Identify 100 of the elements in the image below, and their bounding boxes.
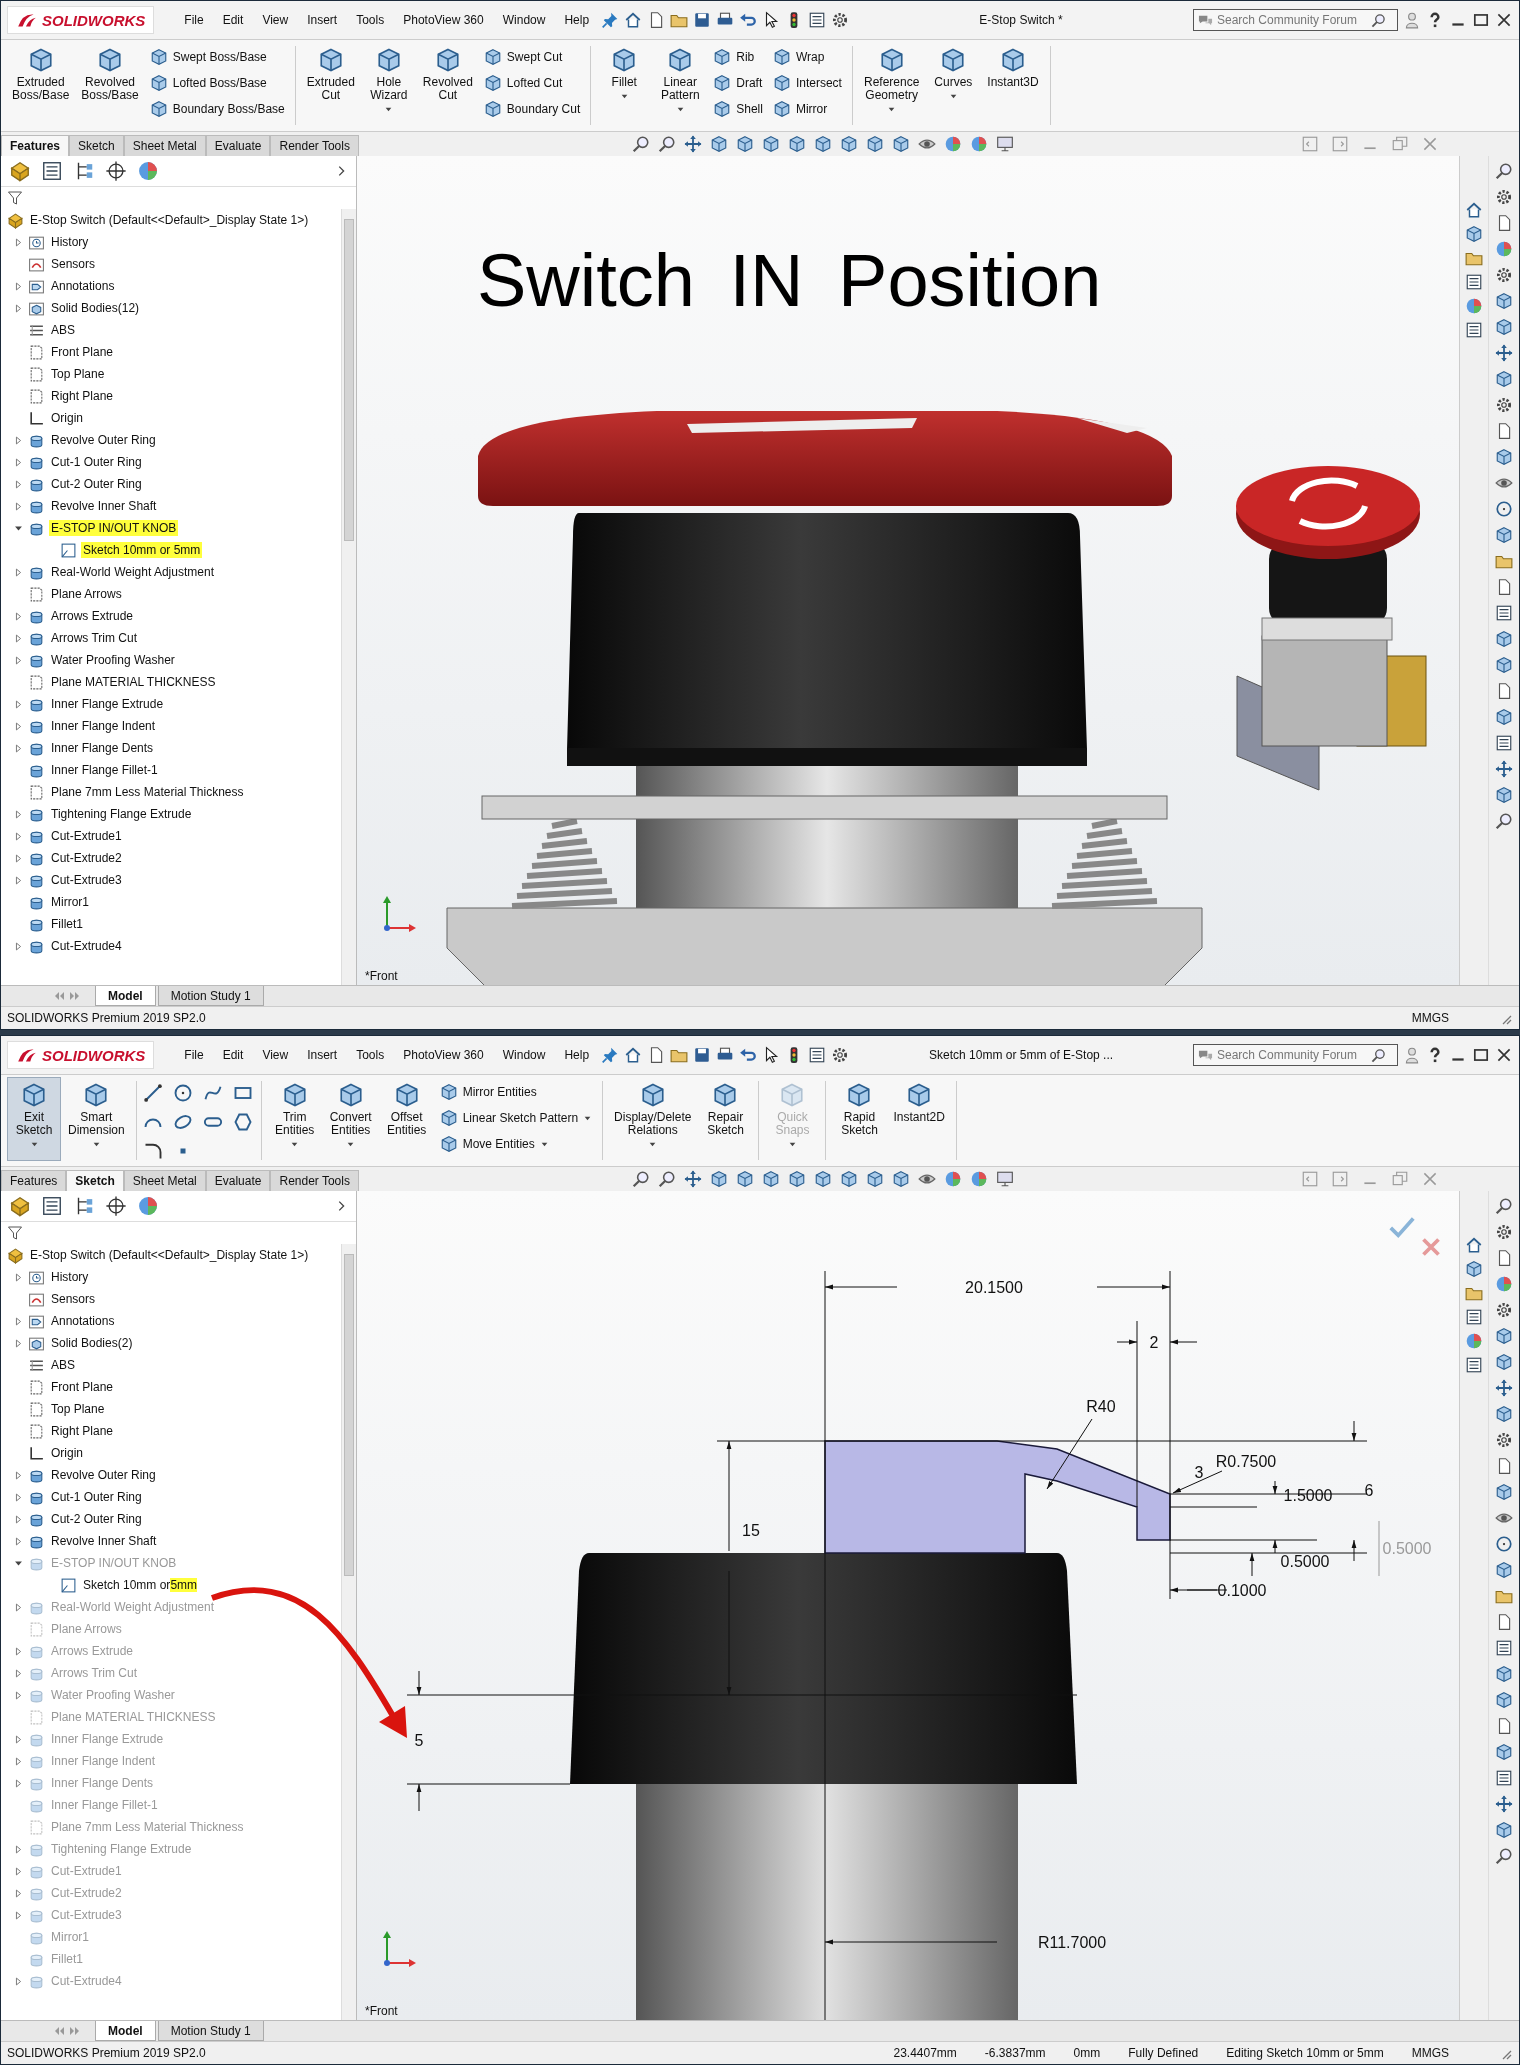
dimension-label[interactable]: 3 xyxy=(1194,1464,1204,1481)
line-icon[interactable] xyxy=(142,1083,163,1103)
move-icon[interactable] xyxy=(684,1170,702,1188)
ribbon-button[interactable]: Instant3D xyxy=(982,42,1044,126)
tree-item[interactable]: Revolve Outer Ring xyxy=(49,432,158,448)
search-icon[interactable] xyxy=(632,135,650,153)
menu-item[interactable]: Insert xyxy=(300,1048,345,1062)
tree-item[interactable]: Inner Flange Dents xyxy=(49,740,156,756)
circle-icon[interactable] xyxy=(1495,500,1513,518)
cube-icon[interactable] xyxy=(814,135,832,153)
cube-icon[interactable] xyxy=(1495,370,1513,388)
ribbon-button[interactable]: Revolved Cut xyxy=(417,42,478,126)
search-icon[interactable] xyxy=(632,1170,650,1188)
ribbon-button[interactable]: Shell xyxy=(709,98,767,120)
ribbon-button[interactable]: Extruded Cut xyxy=(301,42,360,126)
menu-item[interactable]: File xyxy=(177,1048,211,1062)
circle-icon[interactable] xyxy=(172,1083,193,1103)
user-icon[interactable] xyxy=(1403,1046,1421,1064)
dimension-label[interactable]: 20.1500 xyxy=(965,1279,1023,1296)
move-icon[interactable] xyxy=(1495,1795,1513,1813)
model-tab[interactable]: Model xyxy=(95,2021,156,2041)
tree-item[interactable]: Plane Arrows xyxy=(49,586,124,602)
tree-item[interactable]: Sensors xyxy=(49,1291,98,1307)
cube-icon[interactable] xyxy=(736,1170,754,1188)
cube-icon[interactable] xyxy=(710,1170,728,1188)
cube-icon[interactable] xyxy=(1465,1260,1483,1278)
tree-item[interactable]: Origin xyxy=(49,1445,85,1461)
ribbon-button[interactable]: Mirror Entities xyxy=(435,1081,597,1103)
crosshair-icon[interactable] xyxy=(105,160,127,182)
gear-icon[interactable] xyxy=(1495,1431,1513,1449)
list-icon[interactable] xyxy=(1495,1769,1513,1787)
cube-icon[interactable] xyxy=(736,135,754,153)
command-tab[interactable]: Sheet Metal xyxy=(123,1170,206,1191)
gear-icon[interactable] xyxy=(1495,188,1513,206)
save-icon[interactable] xyxy=(693,1046,712,1064)
cube-icon[interactable] xyxy=(1495,318,1513,336)
palette-icon[interactable] xyxy=(1495,1275,1513,1293)
ribbon-button[interactable]: Lofted Boss/Base xyxy=(145,72,289,94)
ribbon-button[interactable]: Lofted Cut xyxy=(479,72,585,94)
cube-icon[interactable] xyxy=(1495,448,1513,466)
sketch-profile[interactable] xyxy=(824,1440,1171,1554)
tree-item[interactable]: Cut-1 Outer Ring xyxy=(49,454,144,470)
ribbon-button[interactable]: Revolved Boss/Base xyxy=(76,42,144,126)
tree-item[interactable]: Cut-2 Outer Ring xyxy=(49,476,144,492)
cube-icon[interactable] xyxy=(1495,1483,1513,1501)
search-field[interactable]: Search Community Forum xyxy=(1193,1044,1398,1066)
save-icon[interactable] xyxy=(693,11,712,29)
tree-item[interactable]: Revolve Outer Ring xyxy=(49,1467,158,1483)
dimension-label[interactable]: 5 xyxy=(414,1732,424,1749)
tree-item[interactable]: Right Plane xyxy=(49,1423,116,1439)
palette-icon[interactable] xyxy=(1465,297,1483,315)
model-tab[interactable]: Model xyxy=(95,986,156,1006)
ribbon-button[interactable]: Draft xyxy=(709,72,767,94)
ribbon-button[interactable]: Convert Entities xyxy=(323,1077,378,1161)
caret-icon[interactable] xyxy=(91,1140,101,1149)
cube-icon[interactable] xyxy=(892,1170,910,1188)
polygon-icon[interactable] xyxy=(232,1112,253,1132)
gear-icon[interactable] xyxy=(1495,1223,1513,1241)
dimension-label[interactable]: R40 xyxy=(1086,1398,1116,1415)
command-tab[interactable]: Sketch xyxy=(69,135,124,156)
palette-icon[interactable] xyxy=(970,135,988,153)
ribbon-button[interactable]: Swept Cut xyxy=(479,46,585,68)
gear-icon[interactable] xyxy=(831,1046,850,1064)
cube-icon[interactable] xyxy=(1495,1821,1513,1839)
tree-item[interactable]: Water Proofing Washer xyxy=(49,652,177,668)
ribbon-button[interactable]: Linear Sketch Pattern xyxy=(435,1107,597,1129)
tree-item[interactable]: Right Plane xyxy=(49,388,116,404)
tree-item[interactable]: Cut-Extrude2 xyxy=(49,850,124,866)
dimension-label[interactable]: 1.5000 xyxy=(1283,1487,1333,1504)
tree-item[interactable]: Mirror1 xyxy=(49,894,91,910)
maximize-icon[interactable] xyxy=(1472,1046,1490,1064)
filter-icon[interactable] xyxy=(7,1225,23,1241)
tree-item[interactable]: Fillet1 xyxy=(49,916,85,932)
search-icon[interactable] xyxy=(1495,1847,1513,1865)
menu-item[interactable]: Tools xyxy=(349,13,392,27)
dimension-label[interactable]: 2 xyxy=(1149,1334,1159,1351)
close-icon[interactable] xyxy=(1495,1046,1513,1064)
ribbon-button[interactable]: Repair Sketch xyxy=(698,1077,753,1161)
ribbon-button[interactable]: Reference Geometry xyxy=(858,42,925,126)
tree-item[interactable]: Plane 7mm Less Material Thickness xyxy=(49,784,246,800)
menu-item[interactable]: Edit xyxy=(215,1048,251,1062)
model-tab[interactable]: Motion Study 1 xyxy=(157,2021,264,2041)
list-icon[interactable] xyxy=(808,11,827,29)
tree-item[interactable]: ABS xyxy=(49,322,77,338)
scrollbar[interactable] xyxy=(341,209,356,985)
ribbon-button[interactable]: Smart Dimension xyxy=(63,1077,130,1161)
cube-icon[interactable] xyxy=(1495,786,1513,804)
ribbon-button[interactable]: Boundary Cut xyxy=(479,98,585,120)
list-icon[interactable] xyxy=(1495,604,1513,622)
dimension-label[interactable]: R0.7500 xyxy=(1215,1453,1277,1470)
caret-icon[interactable] xyxy=(384,105,394,114)
cube-icon[interactable] xyxy=(710,135,728,153)
cube-icon[interactable] xyxy=(866,135,884,153)
ribbon-button[interactable]: Move Entities xyxy=(435,1133,597,1155)
palette-icon[interactable] xyxy=(944,135,962,153)
cube-icon[interactable] xyxy=(1495,1691,1513,1709)
cube-icon[interactable] xyxy=(1495,1743,1513,1761)
scrollbar[interactable] xyxy=(341,1244,356,2020)
tree-item[interactable]: Solid Bodies(2) xyxy=(49,1335,135,1351)
tree-item[interactable]: History xyxy=(49,234,91,250)
